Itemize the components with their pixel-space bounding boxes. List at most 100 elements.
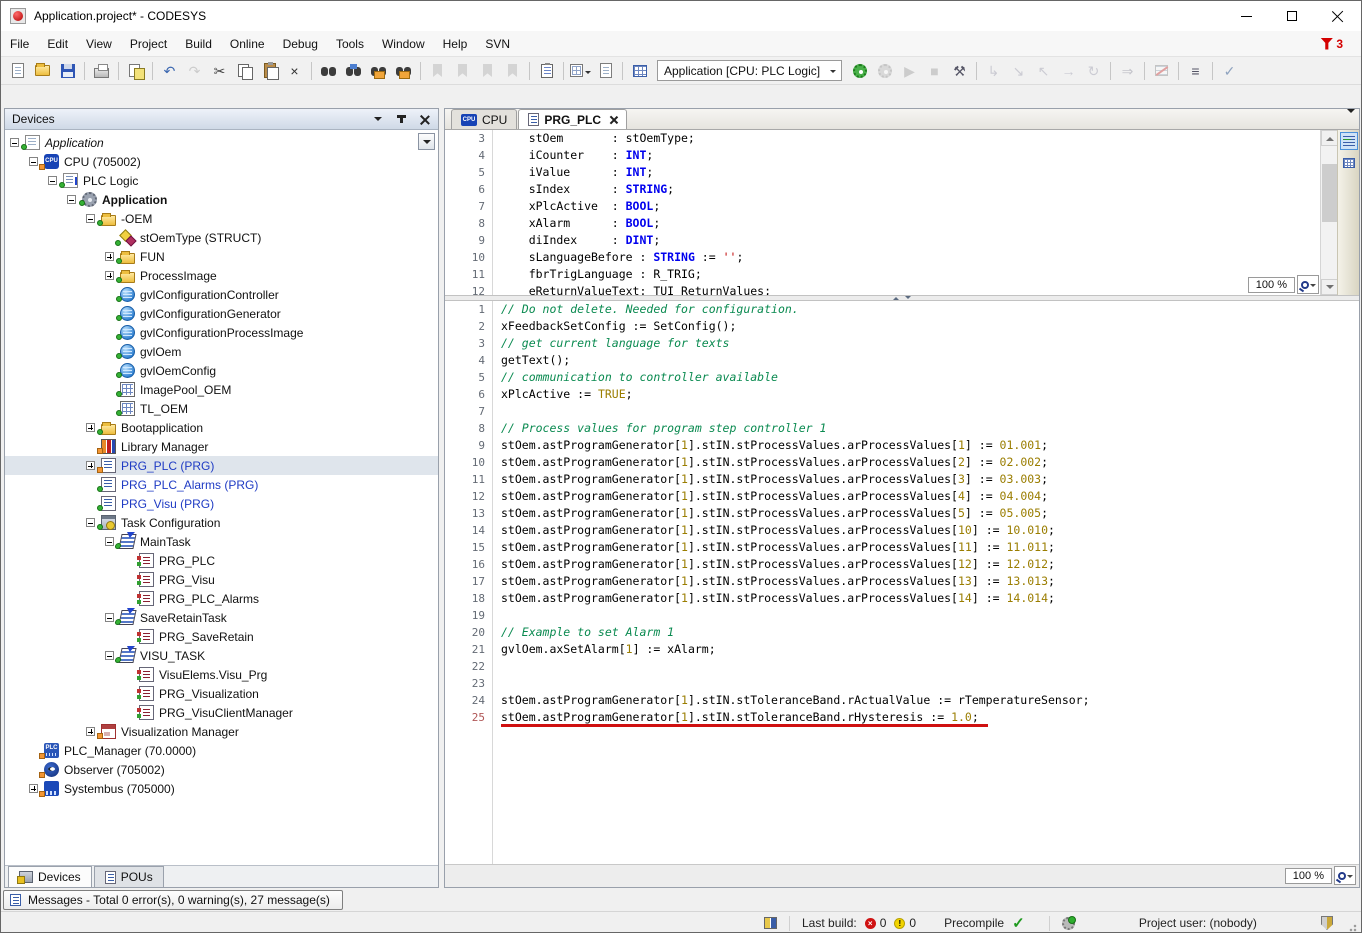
find-in-project-button[interactable]	[367, 59, 390, 82]
tree-item-plc-manager-70-0000[interactable]: PLC_Manager (70.0000)	[5, 741, 438, 760]
panel-menu-button[interactable]	[371, 112, 385, 126]
menu-file[interactable]: File	[1, 33, 38, 55]
tree-item-task-configuration[interactable]: Task Configuration	[5, 513, 438, 532]
insert-device-button[interactable]	[569, 59, 592, 82]
breakpoint-settings-button[interactable]: ⚒	[948, 59, 971, 82]
login-button[interactable]	[848, 59, 871, 82]
tree-item-prg-saveretain[interactable]: PRG_SaveRetain	[5, 627, 438, 646]
tree-item-fun[interactable]: FUN	[5, 247, 438, 266]
delete-button[interactable]: ×	[283, 59, 306, 82]
editor-tab-prg-plc[interactable]: PRG_PLC	[518, 109, 627, 129]
expand-icon[interactable]	[86, 423, 95, 432]
collapse-icon[interactable]	[86, 214, 95, 223]
active-application-combobox[interactable]: Application [CPU: PLC Logic]	[657, 60, 842, 81]
force-values-button[interactable]	[1150, 59, 1173, 82]
tree-item-gvloemconfig[interactable]: gvlOemConfig	[5, 361, 438, 380]
tree-item-processimage[interactable]: ProcessImage	[5, 266, 438, 285]
tree-item-maintask[interactable]: MainTask	[5, 532, 438, 551]
collapse-icon[interactable]	[67, 195, 76, 204]
bottom-tab-pous[interactable]: POUs	[94, 866, 164, 887]
redo-button[interactable]: ↷	[183, 59, 206, 82]
tree-item-systembus-705000[interactable]: Systembus (705000)	[5, 779, 438, 798]
bottom-tab-devices[interactable]: Devices	[8, 866, 92, 887]
paste-special-button[interactable]	[535, 59, 558, 82]
display-mode-button[interactable]: ≡	[1184, 59, 1207, 82]
undo-button[interactable]: ↶	[158, 59, 181, 82]
close-button[interactable]	[1315, 1, 1361, 31]
menu-debug[interactable]: Debug	[274, 33, 327, 55]
implementation-zoom-button[interactable]	[1334, 866, 1356, 885]
tree-item-prg-visuclientmanager[interactable]: PRG_VisuClientManager	[5, 703, 438, 722]
new-file-button[interactable]	[6, 59, 29, 82]
device-tree[interactable]: ApplicationCPU (705002)PLC LogicApplicat…	[5, 130, 438, 865]
tree-item-gvloem[interactable]: gvlOem	[5, 342, 438, 361]
tree-item-gvlconfigurationgenerator[interactable]: gvlConfigurationGenerator	[5, 304, 438, 323]
run-to-cursor-button[interactable]: →	[1057, 59, 1080, 82]
panel-pin-button[interactable]	[394, 112, 408, 126]
clear-bookmarks-button[interactable]	[501, 59, 524, 82]
paste-button[interactable]	[258, 59, 281, 82]
tree-item-plc-logic[interactable]: PLC Logic	[5, 171, 438, 190]
tree-item-prg-visu[interactable]: PRG_Visu	[5, 570, 438, 589]
expand-icon[interactable]	[86, 461, 95, 470]
collapse-icon[interactable]	[105, 537, 114, 546]
resize-grip[interactable]	[1349, 922, 1359, 932]
flow-control-button[interactable]: ⇒	[1116, 59, 1139, 82]
step-out-button[interactable]: ↖	[1032, 59, 1055, 82]
expand-icon[interactable]	[105, 271, 114, 280]
maximize-button[interactable]	[1269, 1, 1315, 31]
find-button[interactable]	[317, 59, 340, 82]
tree-item-library-manager[interactable]: Library Manager	[5, 437, 438, 456]
tree-item-saveretaintask[interactable]: SaveRetainTask	[5, 608, 438, 627]
tabular-view-button[interactable]	[1340, 154, 1358, 172]
expand-icon[interactable]	[86, 727, 95, 736]
tree-item-cpu-705002[interactable]: CPU (705002)	[5, 152, 438, 171]
copy-object-button[interactable]	[124, 59, 147, 82]
menu-online[interactable]: Online	[221, 33, 274, 55]
cut-button[interactable]: ✂	[208, 59, 231, 82]
tree-item-prg-plc[interactable]: PRG_PLC	[5, 551, 438, 570]
tree-item-stoemtype-struct[interactable]: stOemType (STRUCT)	[5, 228, 438, 247]
tree-item-prg-plc-alarms[interactable]: PRG_PLC_Alarms	[5, 589, 438, 608]
tree-item-prg-plc-alarms-prg[interactable]: PRG_PLC_Alarms (PRG)	[5, 475, 438, 494]
replace-in-project-button[interactable]	[392, 59, 415, 82]
declaration-scrollbar[interactable]	[1320, 130, 1337, 295]
replace-button[interactable]	[342, 59, 365, 82]
minimize-button[interactable]	[1223, 1, 1269, 31]
tree-item-prg-plc-prg[interactable]: PRG_PLC (PRG)	[5, 456, 438, 475]
expand-icon[interactable]	[105, 252, 114, 261]
menu-view[interactable]: View	[77, 33, 121, 55]
declaration-zoom-button[interactable]	[1297, 275, 1319, 294]
next-bookmark-button[interactable]	[476, 59, 499, 82]
set-next-statement-button[interactable]: ↻	[1082, 59, 1105, 82]
menu-svn[interactable]: SVN	[476, 33, 519, 55]
declaration-editor[interactable]: 3 stOem : stOemType;4 iCounter : INT;5 i…	[445, 130, 1320, 295]
collapse-icon[interactable]	[86, 518, 95, 527]
tree-item-application[interactable]: Application	[5, 133, 438, 152]
menu-tools[interactable]: Tools	[327, 33, 373, 55]
collapse-icon[interactable]	[105, 651, 114, 660]
tree-item-observer-705002[interactable]: Observer (705002)	[5, 760, 438, 779]
toggle-bookmark-button[interactable]	[426, 59, 449, 82]
panel-close-button[interactable]	[417, 112, 431, 126]
tree-item-visualization-manager[interactable]: Visualization Manager	[5, 722, 438, 741]
editor-tab-cpu[interactable]: CPU	[451, 109, 517, 129]
start-button[interactable]: ▶	[898, 59, 921, 82]
previous-bookmark-button[interactable]	[451, 59, 474, 82]
declaration-zoom-level[interactable]: 100 %	[1248, 277, 1295, 293]
tree-item-oem[interactable]: -OEM	[5, 209, 438, 228]
open-project-button[interactable]	[31, 59, 54, 82]
precompile-messages-badge[interactable]: 3	[1320, 37, 1343, 51]
menu-help[interactable]: Help	[434, 33, 477, 55]
stop-button[interactable]: ■	[923, 59, 946, 82]
new-pou-button[interactable]	[594, 59, 617, 82]
menu-build[interactable]: Build	[176, 33, 221, 55]
menu-edit[interactable]: Edit	[38, 33, 77, 55]
logout-button[interactable]	[873, 59, 896, 82]
tree-item-application[interactable]: Application	[5, 190, 438, 209]
refresh-precompile-button[interactable]: ✓	[1218, 59, 1241, 82]
tree-dropdown-button[interactable]	[418, 133, 435, 150]
tree-item-visuelems-visu-prg[interactable]: VisuElems.Visu_Prg	[5, 665, 438, 684]
collapse-icon[interactable]	[48, 176, 57, 185]
tree-item-prg-visualization[interactable]: PRG_Visualization	[5, 684, 438, 703]
